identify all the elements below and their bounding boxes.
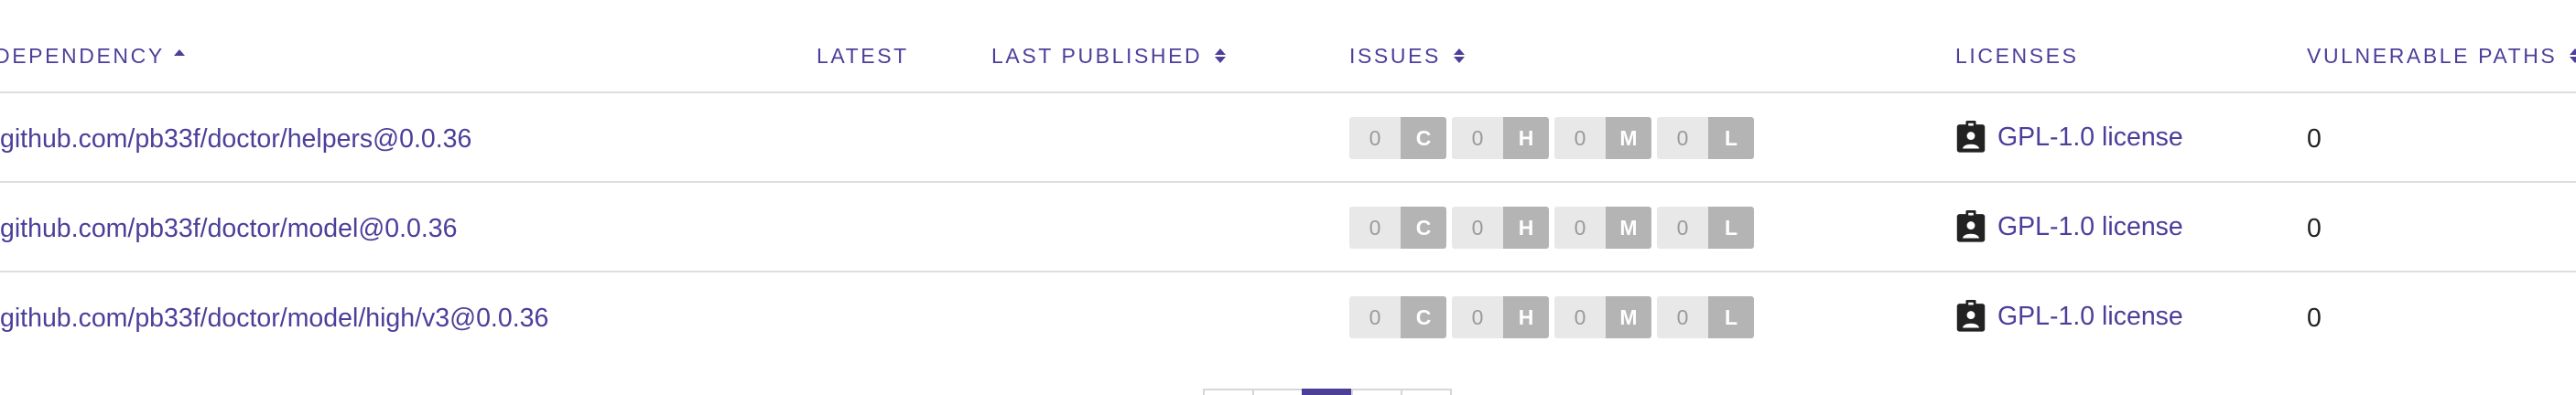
low-count: 0 — [1657, 296, 1708, 338]
column-header-vulnerable-paths[interactable]: VULNERABLE PATHS — [2307, 42, 2576, 69]
critical-issues-badge: 0 C — [1349, 296, 1446, 338]
high-label: H — [1503, 296, 1549, 338]
pagination-button[interactable] — [1252, 389, 1304, 395]
column-header-label: LAST PUBLISHED — [991, 43, 1203, 68]
column-header-label: ISSUES — [1349, 43, 1441, 68]
issues-badges: 0 C 0 H 0 M 0 L — [1349, 117, 1759, 159]
license-badge-icon — [1956, 300, 1986, 332]
medium-count: 0 — [1554, 117, 1606, 159]
vulnerable-paths-count: 0 — [2307, 304, 2322, 333]
column-header-label: LICENSES — [1955, 43, 2079, 68]
column-header-label: LATEST — [817, 43, 909, 68]
low-label: L — [1708, 296, 1754, 338]
critical-issues-badge: 0 C — [1349, 117, 1446, 159]
pagination-button[interactable] — [1401, 389, 1452, 395]
table-row: github.com/pb33f/doctor/model/high/v3@0.… — [0, 272, 2576, 362]
medium-issues-badge: 0 M — [1554, 207, 1651, 249]
license-link[interactable]: GPL-1.0 license — [1955, 210, 2183, 243]
critical-count: 0 — [1349, 117, 1401, 159]
pagination-button-active[interactable] — [1302, 389, 1353, 395]
sort-icon — [1453, 48, 1465, 64]
critical-count: 0 — [1349, 207, 1401, 249]
sort-icon — [1215, 48, 1227, 64]
column-header-licenses: LICENSES — [1955, 42, 2079, 69]
high-count: 0 — [1452, 117, 1503, 159]
column-header-latest: LATEST — [817, 42, 909, 69]
medium-label: M — [1606, 207, 1651, 249]
license-badge-icon — [1956, 121, 1986, 153]
critical-label: C — [1401, 207, 1446, 249]
medium-label: M — [1606, 117, 1651, 159]
sort-ascending-icon — [173, 48, 185, 56]
column-header-dependency[interactable]: DEPENDENCY — [0, 42, 185, 69]
table-row: github.com/pb33f/doctor/helpers@0.0.36 0… — [0, 93, 2576, 183]
low-label: L — [1708, 117, 1754, 159]
critical-label: C — [1401, 296, 1446, 338]
high-issues-badge: 0 H — [1452, 117, 1549, 159]
sort-icon — [2570, 48, 2576, 64]
license-badge-icon — [1956, 210, 1986, 242]
medium-issues-badge: 0 M — [1554, 117, 1651, 159]
low-issues-badge: 0 L — [1657, 207, 1754, 249]
table-row: github.com/pb33f/doctor/model@0.0.36 0 C… — [0, 183, 2576, 272]
license-name: GPL-1.0 license — [1997, 302, 2183, 331]
pagination — [1203, 389, 1452, 395]
high-label: H — [1503, 207, 1549, 249]
high-label: H — [1503, 117, 1549, 159]
medium-issues-badge: 0 M — [1554, 296, 1651, 338]
low-count: 0 — [1657, 117, 1708, 159]
vulnerable-paths-count: 0 — [2307, 124, 2322, 154]
license-link[interactable]: GPL-1.0 license — [1955, 121, 2183, 154]
dependency-link[interactable]: github.com/pb33f/doctor/model/high/v3@0.… — [0, 302, 548, 335]
pagination-button[interactable] — [1203, 389, 1254, 395]
table-header: DEPENDENCY LATEST LAST PUBLISHED ISSUES … — [0, 0, 2576, 93]
issues-badges: 0 C 0 H 0 M 0 L — [1349, 296, 1759, 338]
low-issues-badge: 0 L — [1657, 117, 1754, 159]
pagination-button[interactable] — [1351, 389, 1402, 395]
medium-count: 0 — [1554, 207, 1606, 249]
issues-badges: 0 C 0 H 0 M 0 L — [1349, 207, 1759, 249]
dependency-link[interactable]: github.com/pb33f/doctor/model@0.0.36 — [0, 212, 458, 245]
column-header-label: DEPENDENCY — [0, 43, 165, 68]
column-header-issues[interactable]: ISSUES — [1349, 42, 1465, 69]
critical-issues-badge: 0 C — [1349, 207, 1446, 249]
license-link[interactable]: GPL-1.0 license — [1955, 300, 2183, 333]
high-count: 0 — [1452, 296, 1503, 338]
low-issues-badge: 0 L — [1657, 296, 1754, 338]
high-count: 0 — [1452, 207, 1503, 249]
license-name: GPL-1.0 license — [1997, 212, 2183, 241]
high-issues-badge: 0 H — [1452, 207, 1549, 249]
medium-label: M — [1606, 296, 1651, 338]
vulnerable-paths-count: 0 — [2307, 214, 2322, 243]
critical-label: C — [1401, 117, 1446, 159]
critical-count: 0 — [1349, 296, 1401, 338]
low-label: L — [1708, 207, 1754, 249]
high-issues-badge: 0 H — [1452, 296, 1549, 338]
dependency-link[interactable]: github.com/pb33f/doctor/helpers@0.0.36 — [0, 123, 471, 155]
medium-count: 0 — [1554, 296, 1606, 338]
low-count: 0 — [1657, 207, 1708, 249]
license-name: GPL-1.0 license — [1997, 123, 2183, 152]
column-header-last-published[interactable]: LAST PUBLISHED — [991, 42, 1227, 69]
column-header-label: VULNERABLE PATHS — [2307, 43, 2558, 68]
